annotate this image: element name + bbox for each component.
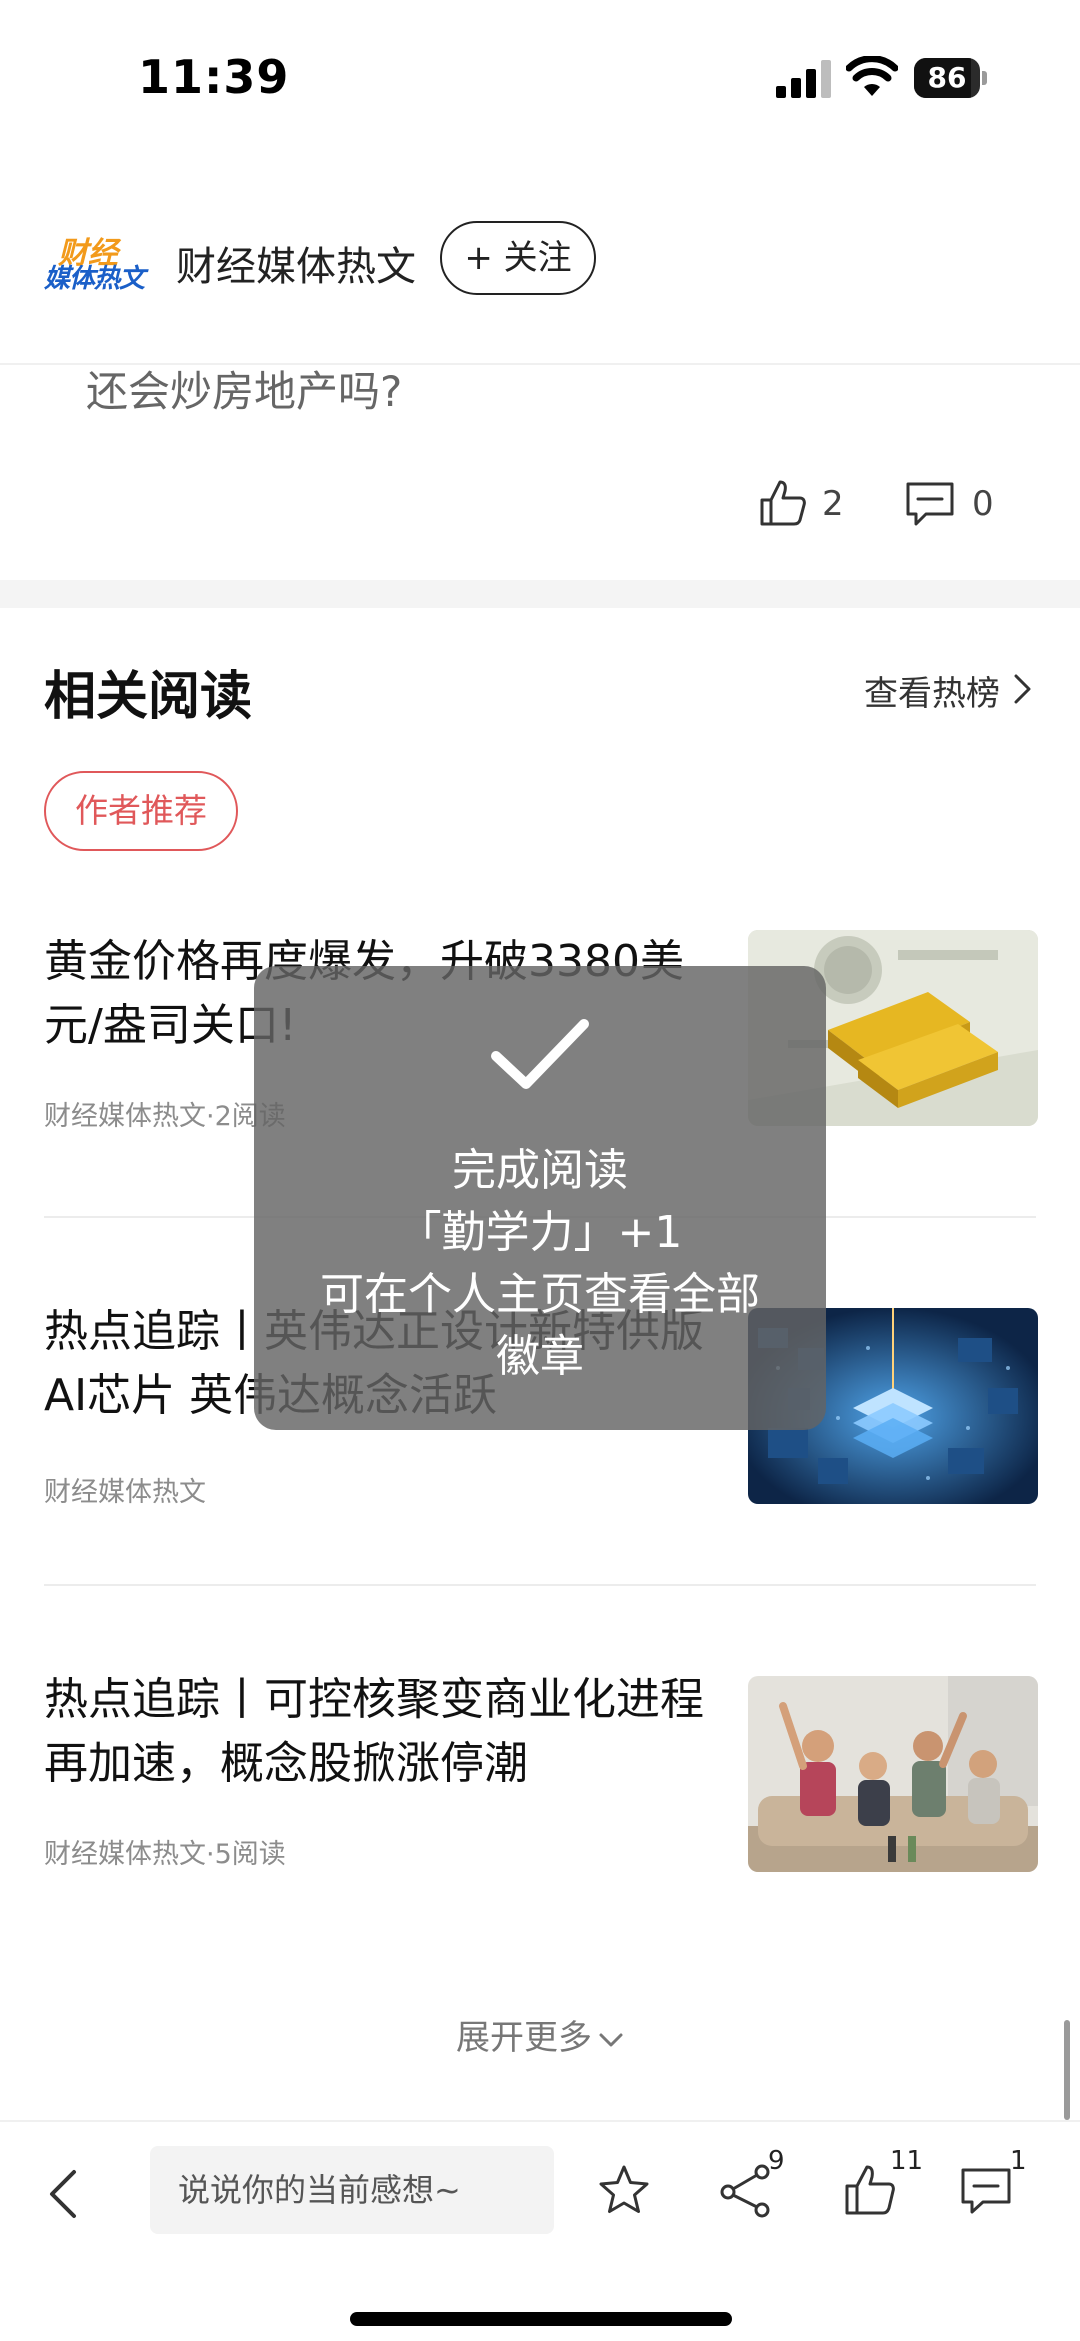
- list-item[interactable]: 热点追踪丨可控核聚变商业化进程再加速，概念股掀涨停潮 财经媒体热文·5阅读: [0, 1668, 1080, 1928]
- row-divider: [44, 1584, 1036, 1586]
- star-icon[interactable]: [596, 2162, 652, 2218]
- thumbs-up-icon[interactable]: [758, 478, 808, 528]
- toolbar-comment-count: 1: [1010, 2146, 1027, 2176]
- toast-hint-badge: 徽章: [496, 1331, 584, 1382]
- home-indicator[interactable]: [350, 2312, 732, 2326]
- article-meta: 财经媒体热文: [44, 1477, 206, 1508]
- follow-button[interactable]: + 关注: [440, 221, 596, 295]
- cheering-people-image: [748, 1676, 1038, 1872]
- chevron-down-icon: [599, 2033, 623, 2046]
- logo-line2: 媒体热文: [44, 264, 145, 294]
- comment-icon[interactable]: [904, 480, 956, 528]
- author-name[interactable]: 财经媒体热文: [176, 234, 416, 292]
- battery-percent: 86: [927, 61, 967, 94]
- battery-cap: [982, 71, 987, 85]
- related-reading-title: 相关阅读: [44, 667, 253, 727]
- battery-indicator: 86: [914, 58, 987, 98]
- article-thumbnail[interactable]: [748, 1676, 1038, 1872]
- expand-more-label: 展开更多: [456, 2018, 592, 2058]
- status-time: 11:39: [138, 50, 290, 104]
- view-hot-list-link[interactable]: 查看热榜: [864, 666, 1000, 715]
- reading-complete-toast: 完成阅读 「勤学力」+1 可在个人主页查看全部 徽章: [254, 966, 826, 1430]
- like-count: 2: [822, 484, 844, 524]
- toolbar-like-count: 11: [890, 2146, 924, 2176]
- scrollbar[interactable]: [1064, 2020, 1070, 2120]
- article-meta: 财经媒体热文·5阅读: [44, 1839, 286, 1870]
- status-bar: 11:39 86: [0, 0, 1080, 140]
- section-divider: [0, 580, 1080, 608]
- chevron-right-icon[interactable]: [1012, 672, 1034, 706]
- comment-input[interactable]: 说说你的当前感想~: [150, 2146, 554, 2234]
- battery-icon: 86: [914, 58, 980, 98]
- checkmark-icon: [491, 1019, 589, 1089]
- author-header: 财经 媒体热文 财经媒体热文 + 关注: [0, 200, 1080, 365]
- toast-reward: 「勤学力」+1: [397, 1207, 683, 1258]
- comment-icon[interactable]: [958, 2162, 1014, 2218]
- author-logo[interactable]: 财经 媒体热文: [44, 228, 145, 294]
- article-meta: 财经媒体热文·2阅读: [44, 1101, 286, 1132]
- comment-count: 0: [972, 484, 994, 524]
- article-body-text: 还会炒房地产吗?: [86, 367, 403, 416]
- wifi-icon: [846, 56, 898, 96]
- bottom-toolbar: 说说你的当前感想~ 9 11 1: [0, 2120, 1080, 2341]
- share-icon[interactable]: [718, 2162, 774, 2218]
- article-title[interactable]: 热点追踪丨可控核聚变商业化进程再加速，概念股掀涨停潮: [44, 1668, 704, 1796]
- share-count: 9: [768, 2146, 785, 2176]
- toast-hint: 可在个人主页查看全部: [320, 1269, 760, 1320]
- back-icon[interactable]: [44, 2166, 84, 2222]
- cellular-signal-icon: [776, 60, 831, 98]
- expand-more-button[interactable]: 展开更多: [0, 2010, 1080, 2059]
- author-recommendation-tag[interactable]: 作者推荐: [44, 771, 238, 851]
- toast-title: 完成阅读: [452, 1145, 628, 1196]
